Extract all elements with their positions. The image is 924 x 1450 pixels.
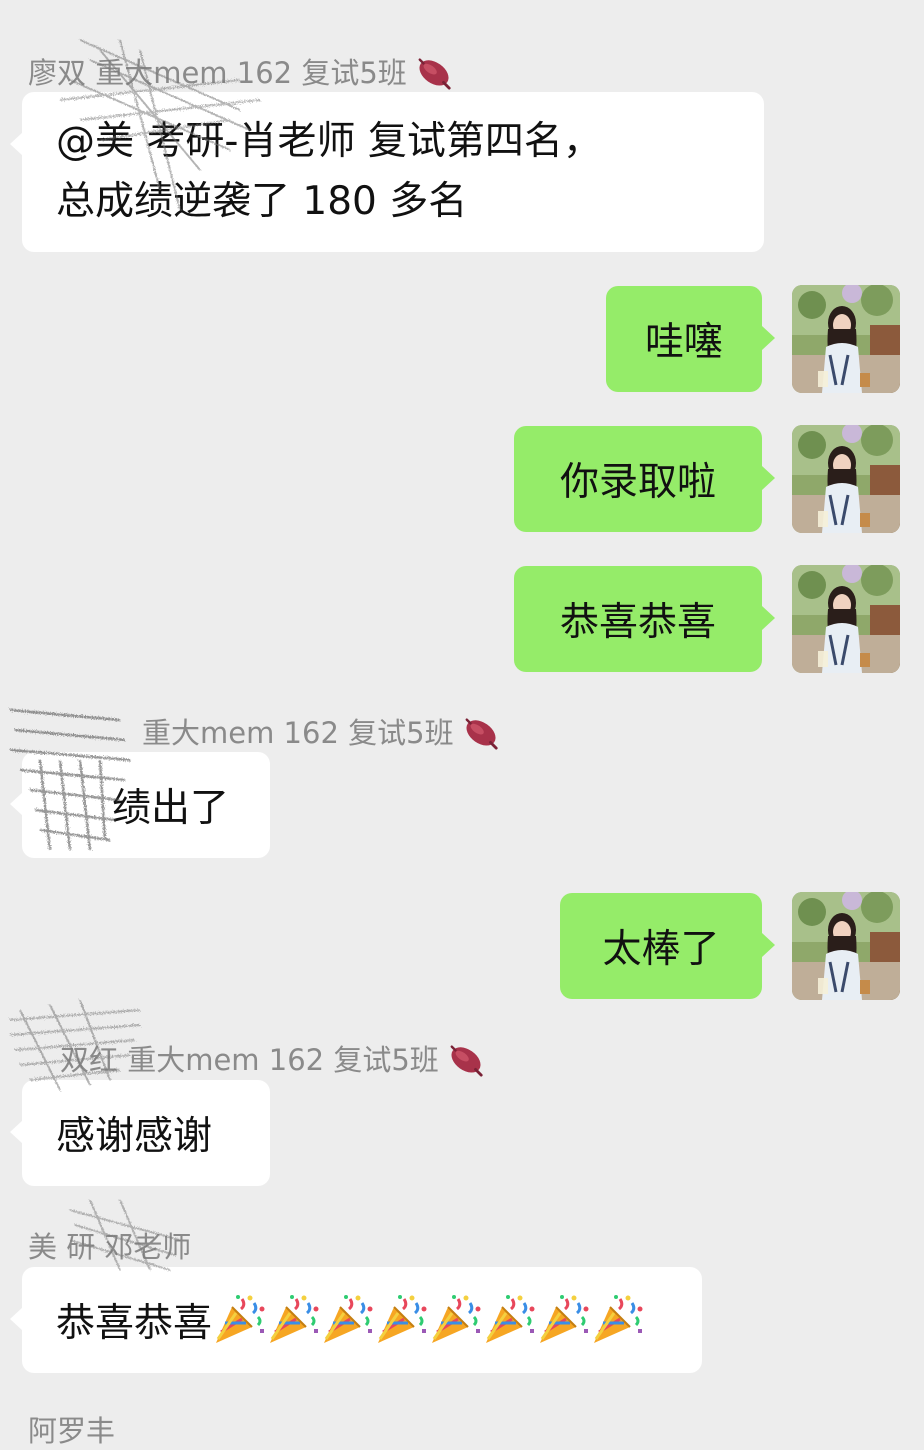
message-text: 感谢感谢: [56, 1114, 213, 1159]
sweet-potato-icon: [447, 1039, 485, 1077]
sender-name: 廖双 重大mem 162 复试5班: [28, 50, 453, 92]
avatar[interactable]: [792, 285, 900, 393]
sender-name: 美 研 邓老师: [28, 1224, 191, 1266]
message-text: 恭喜恭喜: [56, 1301, 213, 1346]
avatar[interactable]: [792, 425, 900, 533]
party-popper-icon: [536, 1293, 590, 1347]
message-bubble[interactable]: 你录取啦: [514, 426, 775, 532]
message-text: 太棒了: [602, 927, 720, 972]
sender-name: 重大mem 162 复试5班: [142, 710, 500, 752]
sender-name: 阿罗丰: [28, 1408, 115, 1450]
party-popper-icon: [212, 1293, 266, 1347]
party-popper-icon: [428, 1293, 482, 1347]
sender-name-text: 阿罗丰: [28, 1414, 116, 1448]
sender-name-text: 双红 重大mem 162 复试5班: [60, 1043, 439, 1077]
message-text: 哇噻: [644, 320, 723, 365]
avatar[interactable]: [792, 892, 900, 1000]
party-popper-icon: [482, 1293, 536, 1347]
party-popper-icon: [320, 1293, 374, 1347]
party-icons: [212, 1293, 644, 1347]
message-bubble[interactable]: 绩出了: [10, 752, 270, 858]
message-text: 恭喜恭喜: [559, 600, 716, 645]
sender-name-text: 廖双 重大mem 162 复试5班: [28, 56, 407, 90]
sender-name-text: 美 研 邓老师: [28, 1230, 192, 1264]
message-text-line: @美 考研-肖老师 复试第四名，: [56, 119, 602, 164]
sweet-potato-icon: [415, 52, 453, 90]
message-bubble[interactable]: 感谢感谢: [10, 1080, 270, 1186]
message-bubble[interactable]: 恭喜恭喜: [10, 1267, 702, 1373]
message-bubble[interactable]: 太棒了: [560, 893, 775, 999]
party-popper-icon: [266, 1293, 320, 1347]
sweet-potato-icon: [462, 712, 500, 750]
sender-name: 双红 重大mem 162 复试5班: [60, 1037, 485, 1079]
message-bubble[interactable]: 恭喜恭喜: [514, 566, 775, 672]
party-popper-icon: [590, 1293, 644, 1347]
avatar[interactable]: [792, 565, 900, 673]
message-bubble[interactable]: @美 考研-肖老师 复试第四名， 总成绩逆袭了 180 多名: [10, 92, 764, 252]
message-text: 你录取啦: [559, 460, 716, 505]
message-bubble[interactable]: 哇噻: [606, 286, 775, 392]
sender-name-text: 重大mem 162 复试5班: [142, 716, 454, 750]
message-text: 绩出了: [112, 786, 230, 831]
party-popper-icon: [374, 1293, 428, 1347]
message-text-line: 总成绩逆袭了 180 多名: [56, 179, 468, 224]
